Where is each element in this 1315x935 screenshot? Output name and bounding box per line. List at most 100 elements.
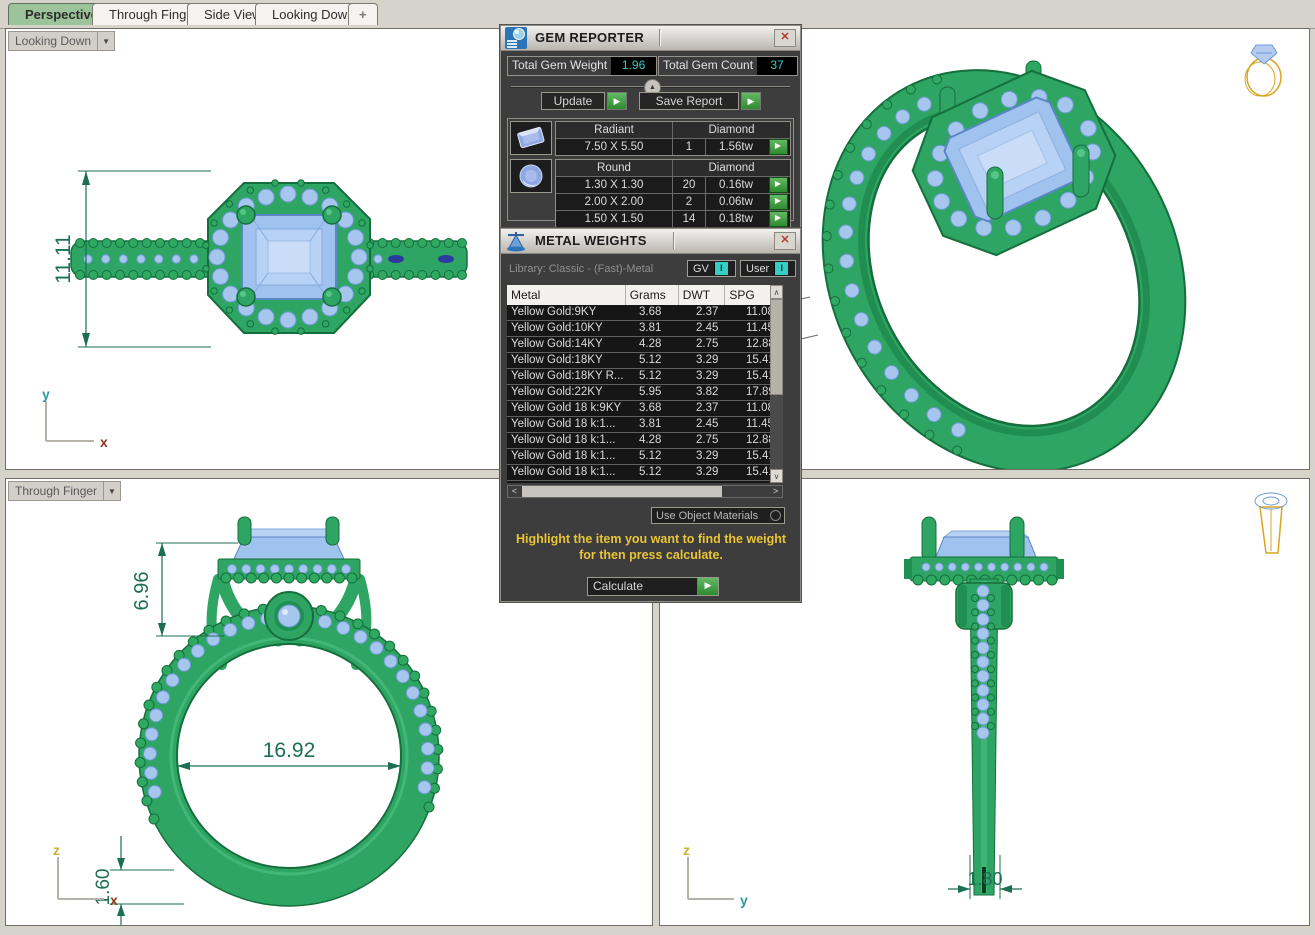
chevron-down-icon[interactable]: ▼ [103, 482, 120, 500]
gem-shape: Round [556, 160, 673, 176]
total-gem-count-label: Total Gem Count [659, 57, 757, 75]
save-report-run-icon[interactable]: ▶ [741, 92, 761, 110]
gem-reporter-titlebar[interactable]: GEM REPORTER ✕ [501, 26, 800, 51]
dimension-inner-diameter: 16.92 [177, 739, 401, 770]
metal-table-row[interactable]: Yellow Gold:10KY3.812.4511.45 [507, 321, 770, 337]
horizontal-scrollbar[interactable]: < > [507, 485, 783, 498]
metal-cell: 2.37 [692, 401, 742, 416]
metal-table-header: Metal Grams DWT SPG [507, 285, 770, 305]
gem-weight: 0.18tw [706, 211, 766, 227]
metal-table-row[interactable]: Yellow Gold:18KY5.123.2915.41 [507, 353, 770, 369]
svg-text:z: z [683, 842, 690, 858]
viewport-title-dropdown[interactable]: Looking Down ▼ [8, 31, 115, 51]
gem-type: Diamond [673, 160, 790, 176]
ring-profile-icon [1255, 493, 1287, 553]
total-gem-count-value: 37 [757, 57, 797, 75]
viewport-title: Through Finger [9, 484, 103, 498]
panel-title: GEM REPORTER [535, 30, 644, 45]
metal-cell: Yellow Gold 18 k:9KY [507, 401, 635, 416]
metal-cell: Yellow Gold:18KY R... [507, 369, 635, 384]
scrollbar-thumb[interactable] [770, 299, 783, 395]
save-report-button[interactable]: Save Report [639, 92, 739, 110]
gem-count: 14 [673, 211, 706, 227]
metal-cell: 15.41 [742, 369, 770, 384]
metal-cell: 5.12 [635, 353, 692, 368]
update-button[interactable]: Update [541, 92, 605, 110]
metal-table-row[interactable]: Yellow Gold 18 k:9KY3.682.3711.08 [507, 401, 770, 417]
scroll-left-icon[interactable]: < [508, 486, 521, 497]
calculate-run-icon: ▶ [697, 578, 718, 595]
titlebar-separator [659, 29, 660, 46]
metal-cell: 11.08 [742, 401, 770, 416]
close-icon[interactable]: ✕ [774, 29, 796, 47]
scroll-down-icon[interactable]: ∨ [770, 469, 783, 483]
user-toggle-button[interactable]: User I [740, 260, 796, 277]
gv-toggle-button[interactable]: GV I [687, 260, 736, 277]
column-spg: SPG [725, 285, 770, 305]
use-object-materials-button[interactable]: Use Object Materials [651, 507, 785, 524]
metal-weights-titlebar[interactable]: METAL WEIGHTS ✕ [501, 229, 800, 254]
update-run-icon[interactable]: ▶ [607, 92, 627, 110]
gem-size: 2.00 X 2.00 [556, 194, 673, 210]
gem-row: 2.00 X 2.00 2 0.06tw ▶ [556, 193, 790, 210]
column-grams: Grams [626, 285, 679, 305]
scrollbar-thumb[interactable] [522, 486, 722, 497]
metal-cell: 2.45 [692, 417, 742, 432]
metal-cell: 4.28 [635, 337, 692, 352]
metal-table-row[interactable]: Yellow Gold:18KY R...5.123.2915.41 [507, 369, 770, 385]
user-label: User [741, 263, 774, 275]
metal-table-row[interactable]: Yellow Gold 18 k:1...5.123.2915.41 [507, 465, 770, 481]
vertical-scrollbar[interactable]: ∧ ∨ [770, 285, 783, 483]
panel-title: METAL WEIGHTS [535, 233, 647, 248]
calculate-label: Calculate [588, 578, 697, 595]
svg-text:x: x [100, 434, 108, 450]
scroll-right-icon[interactable]: > [769, 486, 782, 497]
metal-cell: Yellow Gold 18 k:1... [507, 417, 635, 432]
gem-select-icon[interactable]: ▶ [769, 194, 788, 210]
metal-cell: 3.81 [635, 321, 692, 336]
close-icon[interactable]: ✕ [774, 232, 796, 250]
add-tab-button[interactable]: + [348, 3, 378, 25]
metal-weights-icon [504, 230, 528, 252]
gem-row: 7.50 X 5.50 1 1.56tw ▶ [556, 138, 790, 155]
metal-table-row[interactable]: Yellow Gold 18 k:1...4.282.7512.88 [507, 433, 770, 449]
gem-reporter-panel: GEM REPORTER ✕ Total Gem Weight 1.96 Tot… [500, 25, 801, 228]
application-window: Perspective Through Finger Side View Loo… [0, 0, 1315, 935]
metal-cell: 17.89 [742, 385, 770, 400]
metal-table-row[interactable]: Yellow Gold 18 k:1...3.812.4511.45 [507, 417, 770, 433]
metal-table-row[interactable]: Yellow Gold:22KY5.953.8217.89 [507, 385, 770, 401]
svg-text:x: x [110, 892, 118, 908]
user-toggle-state: I [774, 262, 788, 275]
scroll-up-icon[interactable]: ∧ [770, 285, 783, 299]
gem-group-header: Round Diamond [556, 160, 790, 176]
metal-cell: 3.68 [635, 305, 692, 320]
metal-table-row[interactable]: Yellow Gold:14KY4.282.7512.88 [507, 337, 770, 353]
gem-weight: 1.56tw [706, 139, 766, 155]
svg-text:6.96: 6.96 [131, 572, 153, 611]
gem-select-icon[interactable]: ▶ [769, 177, 788, 193]
metal-cell: Yellow Gold 18 k:1... [507, 465, 635, 480]
chevron-down-icon[interactable]: ▼ [97, 32, 114, 50]
metal-table-row[interactable]: Yellow Gold 18 k:1...5.123.2915.41 [507, 449, 770, 465]
gem-select-icon[interactable]: ▶ [769, 139, 788, 155]
metal-cell: Yellow Gold 18 k:1... [507, 449, 635, 464]
gem-type: Diamond [673, 122, 790, 138]
round-gem-icon [510, 159, 552, 193]
instruction-line2: for then press calculate. [506, 547, 796, 563]
gv-label: GV [688, 263, 714, 275]
metal-cell: 2.45 [692, 321, 742, 336]
total-gem-weight-field: Total Gem Weight 1.96 [507, 56, 657, 76]
metal-cell: Yellow Gold:10KY [507, 321, 635, 336]
metal-cell: Yellow Gold:18KY [507, 353, 635, 368]
metal-cell: 5.12 [635, 449, 692, 464]
calculate-button[interactable]: Calculate ▶ [587, 577, 719, 596]
viewport-title-dropdown[interactable]: Through Finger ▼ [8, 481, 121, 501]
gem-weight: 0.16tw [706, 177, 766, 193]
metal-cell: 3.82 [692, 385, 742, 400]
gem-select-icon[interactable]: ▶ [769, 211, 788, 227]
metal-cell: 2.75 [692, 433, 742, 448]
radiant-gem-icon [510, 121, 552, 155]
metal-table-row[interactable]: Yellow Gold:9KY3.682.3711.08 [507, 305, 770, 321]
gem-count: 2 [673, 194, 706, 210]
library-label: Library: Classic - (Fast)-Metal [509, 263, 653, 275]
